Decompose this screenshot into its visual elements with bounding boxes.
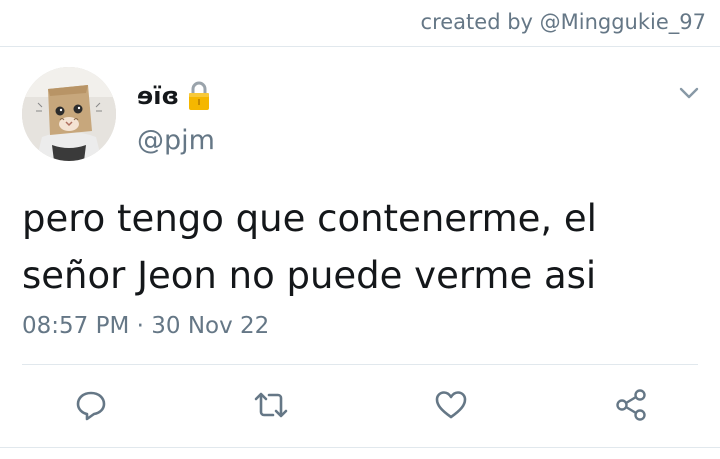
reply-icon bbox=[76, 391, 106, 421]
tweet-text: pero tengo que contenerme, el señor Jeon… bbox=[22, 190, 702, 304]
chevron-down-icon[interactable] bbox=[678, 86, 700, 100]
avatar[interactable] bbox=[22, 67, 116, 161]
share-button[interactable] bbox=[611, 385, 651, 425]
actions-divider bbox=[22, 364, 698, 365]
user-handle[interactable]: @pjm bbox=[137, 125, 215, 156]
lock-icon bbox=[187, 80, 211, 112]
top-divider bbox=[0, 46, 720, 47]
tweet-screenshot: created by @Minggukie_97 ɘïɞ @pjm pero t… bbox=[0, 0, 720, 459]
share-icon bbox=[616, 389, 646, 421]
tweet-text-line: pero tengo que contenerme, el bbox=[22, 197, 597, 240]
bottom-divider bbox=[0, 447, 720, 448]
display-name-text: ɘïɞ bbox=[137, 82, 180, 110]
reply-button[interactable] bbox=[71, 385, 111, 425]
heart-icon bbox=[435, 391, 467, 419]
like-button[interactable] bbox=[431, 385, 471, 425]
avatar-image bbox=[22, 67, 116, 161]
display-name[interactable]: ɘïɞ bbox=[137, 80, 211, 112]
retweet-icon bbox=[254, 392, 288, 418]
credit-watermark: created by @Minggukie_97 bbox=[420, 10, 706, 34]
retweet-button[interactable] bbox=[251, 385, 291, 425]
tweet-timestamp[interactable]: 08:57 PM · 30 Nov 22 bbox=[22, 313, 269, 339]
tweet-text-line: señor Jeon no puede verme asi bbox=[22, 254, 597, 297]
